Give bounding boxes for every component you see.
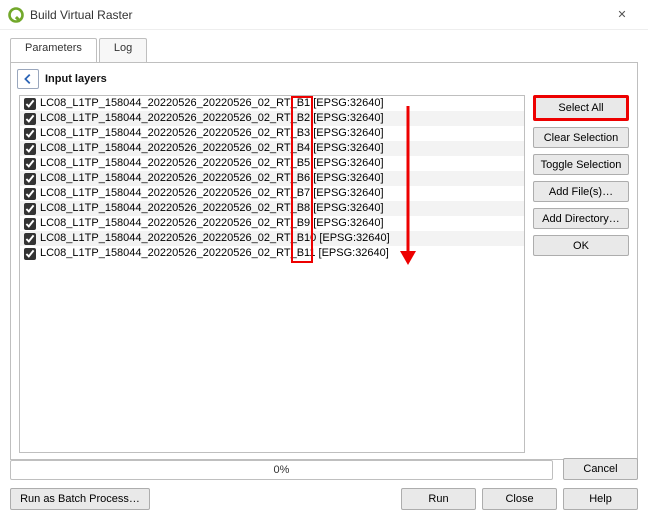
progress-text: 0% <box>274 464 290 476</box>
back-button[interactable] <box>17 69 39 89</box>
layer-checkbox[interactable] <box>24 143 36 155</box>
list-item[interactable]: LC08_L1TP_158044_20220526_20220526_02_RT… <box>20 186 524 201</box>
layer-checkbox[interactable] <box>24 128 36 140</box>
list-item[interactable]: LC08_L1TP_158044_20220526_20220526_02_RT… <box>20 96 524 111</box>
add-files-button[interactable]: Add File(s)… <box>533 181 629 202</box>
toggle-selection-button[interactable]: Toggle Selection <box>533 154 629 175</box>
chevron-left-icon <box>21 72 35 86</box>
layer-label: LC08_L1TP_158044_20220526_20220526_02_RT… <box>40 96 384 111</box>
help-button[interactable]: Help <box>563 488 638 510</box>
layer-label: LC08_L1TP_158044_20220526_20220526_02_RT… <box>40 186 384 201</box>
layer-checkbox[interactable] <box>24 173 36 185</box>
run-batch-button[interactable]: Run as Batch Process… <box>10 488 150 510</box>
parameters-panel: Input layers LC08_L1TP_158044_20220526_2… <box>10 62 638 460</box>
layer-label: LC08_L1TP_158044_20220526_20220526_02_RT… <box>40 111 384 126</box>
tab-bar: Parameters Log <box>10 38 638 62</box>
ok-button[interactable]: OK <box>533 235 629 256</box>
cancel-button[interactable]: Cancel <box>563 458 638 480</box>
close-button[interactable]: Close <box>482 488 557 510</box>
layer-checkbox[interactable] <box>24 218 36 230</box>
layer-label: LC08_L1TP_158044_20220526_20220526_02_RT… <box>40 231 390 246</box>
layer-label: LC08_L1TP_158044_20220526_20220526_02_RT… <box>40 171 384 186</box>
progress-bar: 0% <box>10 460 553 480</box>
list-item[interactable]: LC08_L1TP_158044_20220526_20220526_02_RT… <box>20 141 524 156</box>
panel-subtitle: Input layers <box>45 73 107 85</box>
clear-selection-button[interactable]: Clear Selection <box>533 127 629 148</box>
tab-parameters[interactable]: Parameters <box>10 38 97 62</box>
panel-content: LC08_L1TP_158044_20220526_20220526_02_RT… <box>19 95 629 453</box>
dialog-window: Build Virtual Raster ✕ Parameters Log In… <box>0 0 648 520</box>
layer-label: LC08_L1TP_158044_20220526_20220526_02_RT… <box>40 126 384 141</box>
layer-checkbox[interactable] <box>24 248 36 260</box>
tab-log[interactable]: Log <box>99 38 147 62</box>
layer-label: LC08_L1TP_158044_20220526_20220526_02_RT… <box>40 201 384 216</box>
add-directory-button[interactable]: Add Directory… <box>533 208 629 229</box>
layer-checkbox[interactable] <box>24 188 36 200</box>
window-close-button[interactable]: ✕ <box>604 1 640 29</box>
input-layers-list[interactable]: LC08_L1TP_158044_20220526_20220526_02_RT… <box>19 95 525 453</box>
list-item[interactable]: LC08_L1TP_158044_20220526_20220526_02_RT… <box>20 246 524 261</box>
side-buttons: Select All Clear Selection Toggle Select… <box>533 95 629 453</box>
layer-label: LC08_L1TP_158044_20220526_20220526_02_RT… <box>40 216 384 231</box>
bottom-bar: Run as Batch Process… Run Close Help <box>10 488 638 510</box>
run-button[interactable]: Run <box>401 488 476 510</box>
list-item[interactable]: LC08_L1TP_158044_20220526_20220526_02_RT… <box>20 201 524 216</box>
titlebar: Build Virtual Raster ✕ <box>0 0 648 30</box>
list-item[interactable]: LC08_L1TP_158044_20220526_20220526_02_RT… <box>20 111 524 126</box>
layer-checkbox[interactable] <box>24 98 36 110</box>
panel-header: Input layers <box>11 63 637 93</box>
layer-checkbox[interactable] <box>24 233 36 245</box>
qgis-icon <box>8 7 24 23</box>
list-item[interactable]: LC08_L1TP_158044_20220526_20220526_02_RT… <box>20 156 524 171</box>
layer-checkbox[interactable] <box>24 203 36 215</box>
list-item[interactable]: LC08_L1TP_158044_20220526_20220526_02_RT… <box>20 171 524 186</box>
layer-label: LC08_L1TP_158044_20220526_20220526_02_RT… <box>40 156 384 171</box>
list-item[interactable]: LC08_L1TP_158044_20220526_20220526_02_RT… <box>20 216 524 231</box>
window-title: Build Virtual Raster <box>30 8 133 22</box>
list-item[interactable]: LC08_L1TP_158044_20220526_20220526_02_RT… <box>20 126 524 141</box>
list-item[interactable]: LC08_L1TP_158044_20220526_20220526_02_RT… <box>20 231 524 246</box>
select-all-button[interactable]: Select All <box>533 95 629 121</box>
layer-checkbox[interactable] <box>24 113 36 125</box>
close-icon: ✕ <box>617 8 626 21</box>
layer-label: LC08_L1TP_158044_20220526_20220526_02_RT… <box>40 246 389 261</box>
layer-label: LC08_L1TP_158044_20220526_20220526_02_RT… <box>40 141 384 156</box>
layer-checkbox[interactable] <box>24 158 36 170</box>
